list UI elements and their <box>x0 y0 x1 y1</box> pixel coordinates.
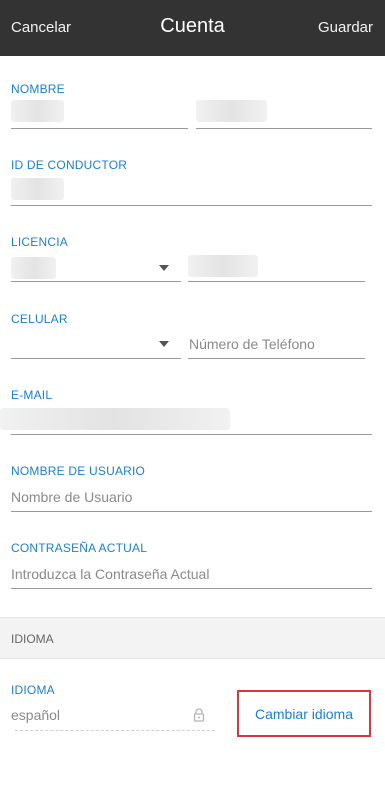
section-title: IDIOMA <box>11 632 54 646</box>
username-underline <box>11 511 372 512</box>
language-underline <box>15 730 215 731</box>
change-language-button[interactable]: Cambiar idioma <box>239 692 369 735</box>
chevron-down-icon[interactable] <box>159 265 169 271</box>
current-password-label: CONTRASEÑA ACTUAL <box>11 541 148 555</box>
current-password-underline <box>11 588 372 589</box>
username-input[interactable]: Nombre de Usuario <box>11 489 132 505</box>
driver-id-label: ID DE CONDUCTOR <box>11 158 128 172</box>
last-name-field[interactable] <box>196 100 267 122</box>
save-button[interactable]: Guardar <box>318 19 373 36</box>
phone-number-underline <box>188 358 365 359</box>
language-section-header: IDIOMA <box>0 617 385 659</box>
license-number-underline <box>188 281 365 282</box>
phone-country-underline <box>11 358 181 359</box>
lock-icon <box>193 708 205 722</box>
nombre-label: NOMBRE <box>11 82 65 96</box>
change-language-highlight: Cambiar idioma <box>237 690 371 737</box>
language-label: IDIOMA <box>11 683 55 697</box>
email-underline <box>11 434 372 435</box>
driver-id-underline <box>11 205 372 206</box>
username-label: NOMBRE DE USUARIO <box>11 464 146 478</box>
phone-label: CELULAR <box>11 312 68 326</box>
email-label: E-MAIL <box>11 388 53 402</box>
license-label: LICENCIA <box>11 235 68 249</box>
top-bar: Cancelar Cuenta Guardar <box>0 0 385 56</box>
license-number-field[interactable] <box>188 255 258 277</box>
phone-country-select[interactable] <box>11 332 181 358</box>
language-value: español <box>11 707 61 723</box>
license-state-select[interactable] <box>11 257 56 279</box>
last-name-underline <box>196 128 372 129</box>
first-name-underline <box>11 128 188 129</box>
current-password-input[interactable]: Introduzca la Contraseña Actual <box>11 566 209 582</box>
phone-number-input[interactable]: Número de Teléfono <box>189 336 315 352</box>
driver-id-field[interactable] <box>11 178 64 200</box>
chevron-down-icon[interactable] <box>159 341 169 347</box>
first-name-field[interactable] <box>11 100 64 122</box>
license-state-underline <box>11 281 181 282</box>
email-field[interactable] <box>0 408 230 430</box>
